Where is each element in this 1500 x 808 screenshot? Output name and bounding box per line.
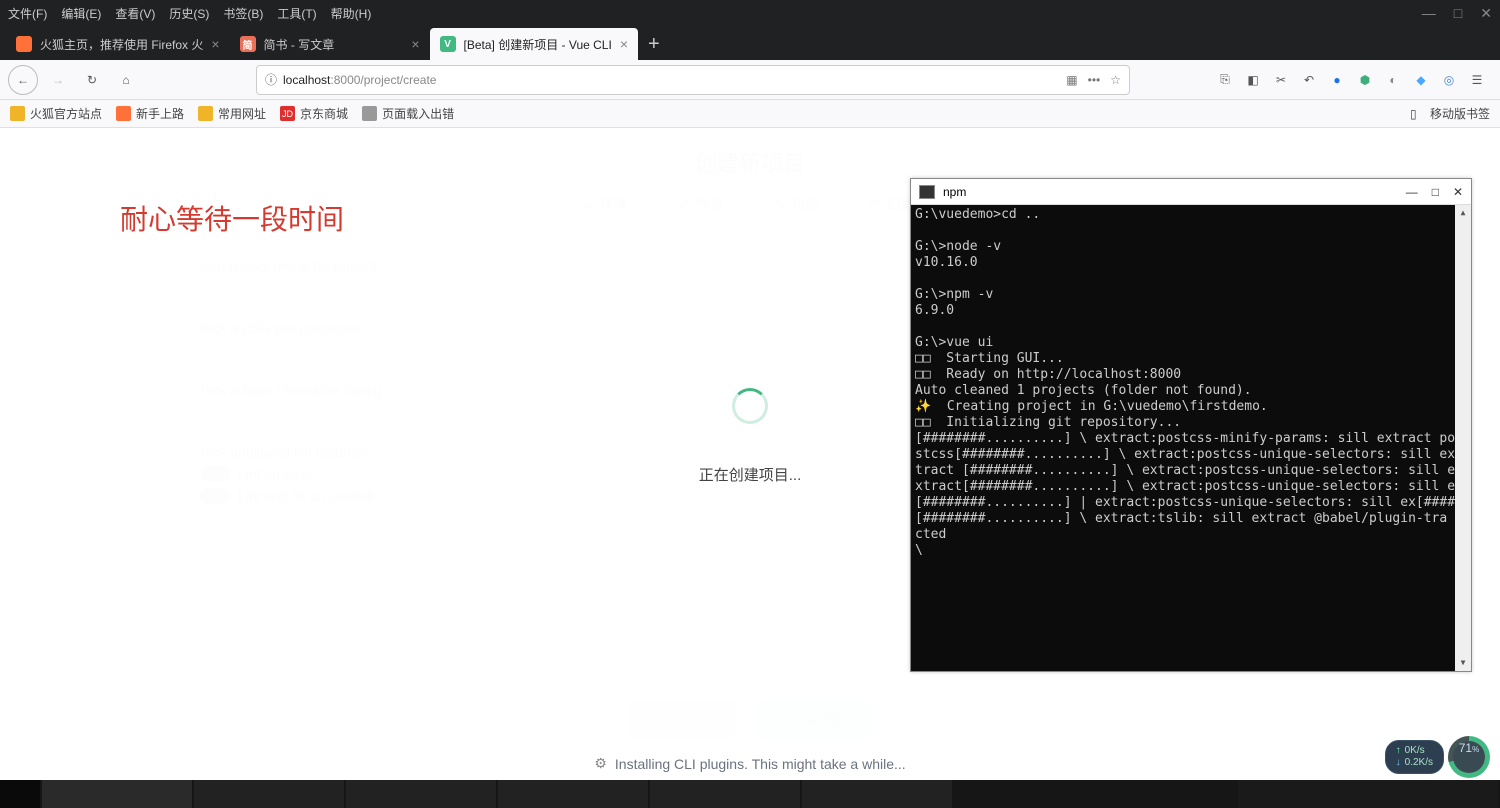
- globe-icon: [362, 106, 377, 121]
- creating-text: 正在创建项目...: [699, 464, 802, 485]
- menu-view[interactable]: 查看(V): [115, 5, 155, 22]
- folder-icon: [198, 106, 213, 121]
- spinner-icon: [732, 388, 768, 424]
- taskbar-item[interactable]: [802, 780, 952, 808]
- menubar: 文件(F) 编辑(E) 查看(V) 历史(S) 书签(B) 工具(T) 帮助(H…: [0, 0, 1500, 26]
- tabstrip: 火狐主页，推荐使用 Firefox 火 × 简 简书 - 写文章 × V [Be…: [0, 26, 1500, 60]
- net-speed-widget[interactable]: ↑0K/s ↓0.2K/s 71%: [1385, 736, 1490, 778]
- ext-icon-5[interactable]: ◎: [1440, 71, 1458, 89]
- menu-history[interactable]: 历史(S): [169, 5, 209, 22]
- bookmark-firefox-official[interactable]: 火狐官方站点: [10, 105, 102, 122]
- tab-jianshu[interactable]: 简 简书 - 写文章 ×: [230, 28, 430, 60]
- terminal-title: npm: [943, 185, 966, 199]
- cpu-value: 71: [1459, 741, 1472, 755]
- bookmark-label: 新手上路: [136, 105, 184, 122]
- ext-icon-2[interactable]: ⬢: [1356, 71, 1374, 89]
- bookmark-getting-started[interactable]: 新手上路: [116, 105, 184, 122]
- taskbar[interactable]: [0, 780, 1500, 808]
- taskbar-start[interactable]: [0, 780, 40, 808]
- scroll-up-icon[interactable]: ▲: [1455, 205, 1471, 221]
- taskbar-item[interactable]: [650, 780, 800, 808]
- taskbar-item[interactable]: [346, 780, 496, 808]
- toolbar-extensions: ⎘ ◧ ✂ ↶ ● ⬢ ◐ ◆ ◎ ☰: [1216, 71, 1492, 89]
- sidebar-icon[interactable]: ◧: [1244, 71, 1262, 89]
- vue-favicon: V: [440, 36, 456, 52]
- bookmark-star-icon[interactable]: ☆: [1110, 73, 1121, 87]
- terminal-titlebar[interactable]: npm — □ ✕: [911, 179, 1471, 205]
- scroll-down-icon[interactable]: ▼: [1455, 655, 1471, 671]
- npm-terminal-window[interactable]: npm — □ ✕ G:\vuedemo>cd .. G:\>node -v v…: [910, 178, 1472, 672]
- ext-icon-3[interactable]: ◐: [1384, 71, 1402, 89]
- app-menu-icon[interactable]: ☰: [1468, 71, 1486, 89]
- taskbar-item[interactable]: [42, 780, 192, 808]
- mobile-icon: ▯: [1410, 107, 1417, 121]
- firefox-icon: [116, 106, 131, 121]
- terminal-scrollbar[interactable]: ▲ ▼: [1455, 205, 1471, 671]
- cmd-icon: [919, 185, 935, 199]
- window-max-icon[interactable]: □: [1454, 5, 1462, 22]
- window-min-icon[interactable]: —: [1422, 5, 1436, 22]
- bookmark-label: 常用网址: [218, 105, 266, 122]
- install-status: ⚙ Installing CLI plugins. This might tak…: [0, 755, 1500, 772]
- annotation-wait-note: 耐心等待一段时间: [120, 198, 344, 238]
- close-icon[interactable]: ×: [211, 36, 219, 52]
- close-icon[interactable]: ×: [620, 36, 628, 52]
- speed-readout: ↑0K/s ↓0.2K/s: [1385, 740, 1444, 774]
- bookmark-jd[interactable]: JD 京东商城: [280, 105, 348, 122]
- bookmark-label: 页面载入出错: [382, 105, 454, 122]
- screenshot-icon[interactable]: ✂: [1272, 71, 1290, 89]
- ext-icon-1[interactable]: ●: [1328, 71, 1346, 89]
- taskbar-tray[interactable]: [1238, 780, 1498, 808]
- menu-edit[interactable]: 编辑(E): [61, 5, 101, 22]
- url-host: localhost:8000/project/create: [283, 73, 436, 87]
- tab-vue-cli[interactable]: V [Beta] 创建新项目 - Vue CLI ×: [430, 28, 638, 60]
- firefox-favicon: [16, 36, 32, 52]
- folder-icon: [10, 106, 25, 121]
- forward-button[interactable]: →: [44, 66, 72, 94]
- tab-label: 火狐主页，推荐使用 Firefox 火: [40, 36, 203, 53]
- navbar: ← → ↻ ⌂ ⓘ localhost:8000/project/create …: [0, 60, 1500, 100]
- close-icon[interactable]: ×: [411, 36, 419, 52]
- terminal-output[interactable]: G:\vuedemo>cd .. G:\>node -v v10.16.0 G:…: [911, 205, 1471, 671]
- undo-icon[interactable]: ↶: [1300, 71, 1318, 89]
- qr-icon[interactable]: ▦: [1066, 73, 1077, 87]
- home-button[interactable]: ⌂: [112, 66, 140, 94]
- bookmark-page-error[interactable]: 页面载入出错: [362, 105, 454, 122]
- bookmarks-bar: 火狐官方站点 新手上路 常用网址 JD 京东商城 页面载入出错 ▯ 移动版书签: [0, 100, 1500, 128]
- cpu-usage-ring: 71%: [1448, 736, 1490, 778]
- library-icon[interactable]: ⎘: [1216, 71, 1234, 89]
- page-actions-icon[interactable]: •••: [1088, 73, 1101, 87]
- menu-bookmarks[interactable]: 书签(B): [223, 5, 263, 22]
- back-button[interactable]: ←: [8, 65, 38, 95]
- bookmark-label: 移动版书签: [1430, 105, 1490, 122]
- menu-help[interactable]: 帮助(H): [331, 5, 372, 22]
- menu-file[interactable]: 文件(F): [8, 5, 47, 22]
- window-close-icon[interactable]: ✕: [1480, 5, 1492, 22]
- cpu-suffix: %: [1472, 745, 1479, 754]
- url-bar[interactable]: ⓘ localhost:8000/project/create ▦ ••• ☆: [256, 65, 1130, 95]
- jianshu-favicon: 简: [240, 36, 256, 52]
- arrow-up-icon: ↑: [1396, 745, 1401, 757]
- terminal-close-icon[interactable]: ✕: [1453, 185, 1463, 199]
- terminal-min-icon[interactable]: —: [1406, 185, 1418, 199]
- menu-tools[interactable]: 工具(T): [277, 5, 316, 22]
- tab-label: 简书 - 写文章: [264, 36, 335, 53]
- jd-icon: JD: [280, 106, 295, 121]
- taskbar-item[interactable]: [498, 780, 648, 808]
- new-tab-button[interactable]: +: [638, 28, 670, 60]
- arrow-down-icon: ↓: [1396, 757, 1401, 769]
- taskbar-item[interactable]: [194, 780, 344, 808]
- tab-firefox-home[interactable]: 火狐主页，推荐使用 Firefox 火 ×: [6, 28, 230, 60]
- terminal-max-icon[interactable]: □: [1432, 185, 1439, 199]
- bookmark-label: 火狐官方站点: [30, 105, 102, 122]
- gear-icon: ⚙: [594, 755, 607, 772]
- bookmark-mobile[interactable]: ▯ 移动版书签: [1410, 105, 1490, 122]
- tab-label: [Beta] 创建新项目 - Vue CLI: [464, 36, 612, 53]
- ext-icon-4[interactable]: ◆: [1412, 71, 1430, 89]
- site-info-icon[interactable]: ⓘ: [265, 71, 277, 88]
- bookmark-label: 京东商城: [300, 105, 348, 122]
- install-text: Installing CLI plugins. This might take …: [615, 756, 906, 772]
- reload-button[interactable]: ↻: [78, 66, 106, 94]
- bookmark-common-urls[interactable]: 常用网址: [198, 105, 266, 122]
